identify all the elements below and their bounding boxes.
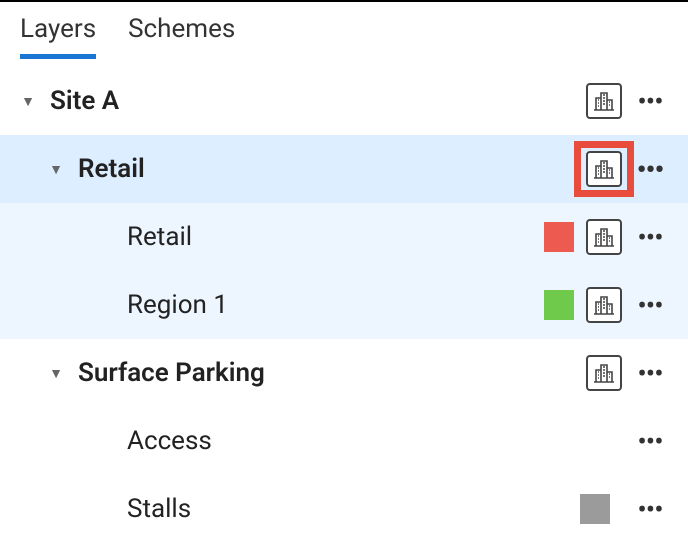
chevron-down-icon[interactable]: ▼ [46,161,66,178]
more-icon[interactable]: ••• [632,85,668,118]
tree-row-stalls[interactable]: ▼ Stalls ••• [0,475,688,543]
tree-label: Site A [50,86,586,116]
color-swatch[interactable] [580,494,610,524]
building-icon[interactable] [586,219,622,255]
tree-label: Retail [127,222,544,252]
tree-row-surface-parking[interactable]: ▼ Surface Parking ••• [0,339,688,407]
tree-label: Retail [78,154,586,184]
building-icon[interactable] [586,151,622,187]
more-icon[interactable]: ••• [632,221,668,254]
more-icon[interactable]: ••• [632,153,668,186]
tree-label: Access [127,426,622,456]
building-icon[interactable] [586,83,622,119]
tree-row-access[interactable]: ▼ Access ••• [0,407,688,475]
color-swatch[interactable] [544,222,574,252]
tree-row-site-a[interactable]: ▼ Site A ••• [0,67,688,135]
tree-row-retail-group[interactable]: ▼ Retail ••• [0,135,688,203]
building-icon[interactable] [586,355,622,391]
tree-label: Region 1 [127,290,544,320]
tree-label: Surface Parking [78,358,586,388]
tree-row-region1[interactable]: ▼ Region 1 ••• [0,271,688,339]
tree-label: Stalls [127,494,580,524]
more-icon[interactable]: ••• [632,357,668,390]
chevron-down-icon[interactable]: ▼ [46,365,66,382]
more-icon[interactable]: ••• [632,289,668,322]
chevron-down-icon[interactable]: ▼ [18,93,38,110]
layer-tree: ▼ Site A ••• ▼ Retail ••• ▼ Retail ••• ▼… [0,67,688,543]
tree-row-retail-item[interactable]: ▼ Retail ••• [0,203,688,271]
tab-schemes[interactable]: Schemes [128,14,235,59]
color-swatch[interactable] [544,290,574,320]
tab-layers[interactable]: Layers [20,14,96,59]
building-icon[interactable] [586,287,622,323]
more-icon[interactable]: ••• [632,493,668,526]
more-icon[interactable]: ••• [632,425,668,458]
